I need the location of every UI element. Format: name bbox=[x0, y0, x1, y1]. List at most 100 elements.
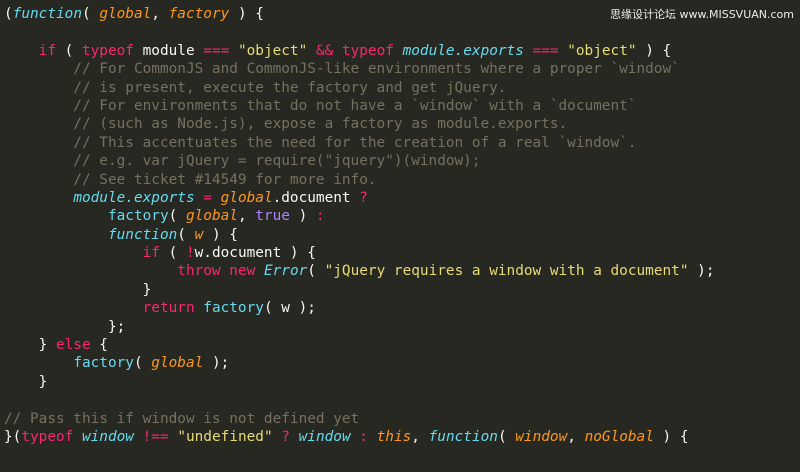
code-token: global bbox=[185, 208, 238, 225]
code-line[interactable]: }; bbox=[0, 318, 800, 336]
code-token: w bbox=[194, 226, 204, 243]
code-token: typeof bbox=[81, 42, 134, 59]
code-token: factory bbox=[168, 6, 230, 22]
code-line[interactable]: } bbox=[0, 373, 800, 391]
code-line[interactable]: if ( !w.document ) { bbox=[0, 244, 800, 262]
code-token: .document bbox=[272, 189, 360, 206]
code-token: global bbox=[99, 6, 152, 22]
code-token: noGlobal bbox=[584, 428, 654, 445]
code-token: } bbox=[4, 337, 56, 354]
code-line[interactable]: // e.g. var jQuery = require("jquery")(w… bbox=[0, 152, 800, 170]
code-token: // For CommonJS and CommonJS-like enviro… bbox=[4, 61, 680, 78]
code-line[interactable]: }(typeof window !== "undefined" ? window… bbox=[0, 428, 800, 446]
code-token: { bbox=[90, 337, 108, 354]
code-token: // This accentuates the need for the cre… bbox=[4, 134, 637, 151]
code-token: ? bbox=[359, 189, 368, 206]
code-line[interactable]: (function( global, factory ) { bbox=[0, 5, 800, 23]
code-token: = bbox=[203, 189, 212, 206]
code-token: // is present, execute the factory and g… bbox=[4, 79, 507, 96]
code-line[interactable]: // This accentuates the need for the cre… bbox=[0, 134, 800, 152]
code-line[interactable]: } else { bbox=[0, 336, 800, 354]
code-token: !== bbox=[142, 428, 169, 445]
code-area[interactable]: (function( global, factory ) { if ( type… bbox=[0, 5, 800, 446]
code-line[interactable]: // Pass this if window is not defined ye… bbox=[0, 410, 800, 428]
code-token: ( bbox=[55, 42, 82, 59]
code-token: , bbox=[237, 208, 256, 225]
code-token: , bbox=[411, 428, 429, 445]
code-line[interactable] bbox=[0, 391, 800, 409]
code-token: ( bbox=[177, 226, 195, 243]
code-editor[interactable]: 思缘设计论坛 www.MISSVUAN.com (function( globa… bbox=[0, 0, 800, 472]
code-token: && bbox=[315, 42, 334, 59]
code-token: }( bbox=[4, 428, 22, 445]
code-line[interactable]: factory( global, true ) : bbox=[0, 207, 800, 225]
code-token: else bbox=[55, 337, 91, 354]
code-token: module.exports bbox=[402, 42, 524, 59]
code-token: factory bbox=[203, 300, 264, 317]
code-line[interactable]: // See ticket #14549 for more info. bbox=[0, 171, 800, 189]
code-token: "object" bbox=[237, 42, 308, 59]
code-line[interactable]: // For CommonJS and CommonJS-like enviro… bbox=[0, 60, 800, 78]
code-token: : bbox=[315, 208, 325, 225]
code-line[interactable]: return factory( w ); bbox=[0, 299, 800, 317]
code-token: window bbox=[298, 428, 351, 445]
code-line[interactable]: function( w ) { bbox=[0, 226, 800, 244]
code-token: ( bbox=[4, 6, 13, 22]
code-line[interactable]: factory( global ); bbox=[0, 354, 800, 372]
code-token: factory bbox=[107, 208, 169, 225]
code-token: typeof bbox=[341, 42, 394, 59]
code-token: ( bbox=[497, 428, 516, 445]
code-token: typeof bbox=[21, 428, 74, 445]
code-line[interactable]: module.exports = global.document ? bbox=[0, 189, 800, 207]
code-token: if bbox=[38, 42, 56, 59]
code-line[interactable]: } bbox=[0, 281, 800, 299]
code-token: window bbox=[515, 428, 568, 445]
code-line[interactable]: if ( typeof module === "object" && typeo… bbox=[0, 42, 800, 60]
code-token: this bbox=[376, 428, 412, 445]
code-token: ) bbox=[289, 208, 316, 225]
code-line[interactable] bbox=[0, 23, 800, 41]
code-line[interactable]: // For environments that do not have a `… bbox=[0, 97, 800, 115]
code-token: ( w ); bbox=[263, 300, 316, 317]
code-token: if bbox=[142, 245, 160, 262]
code-token: global bbox=[220, 189, 273, 206]
code-token: return bbox=[142, 300, 195, 317]
code-line[interactable]: // (such as Node.js), expose a factory a… bbox=[0, 115, 800, 133]
code-token: Error bbox=[263, 263, 308, 280]
code-token: // Pass this if window is not defined ye… bbox=[4, 410, 360, 427]
code-line[interactable]: // is present, execute the factory and g… bbox=[0, 79, 800, 97]
code-token: ( bbox=[307, 263, 325, 280]
code-token: }; bbox=[4, 318, 126, 335]
code-token: window bbox=[81, 428, 134, 445]
code-token: ( bbox=[159, 245, 186, 262]
code-token: } bbox=[4, 373, 48, 390]
code-token: === bbox=[203, 42, 230, 59]
code-token: // See ticket #14549 for more info. bbox=[4, 171, 377, 188]
code-token: , bbox=[567, 428, 585, 445]
code-line[interactable]: throw new Error( "jQuery requires a wind… bbox=[0, 262, 800, 280]
code-token: throw bbox=[177, 263, 221, 280]
code-token: ); bbox=[688, 263, 715, 280]
code-token: global bbox=[151, 355, 204, 372]
